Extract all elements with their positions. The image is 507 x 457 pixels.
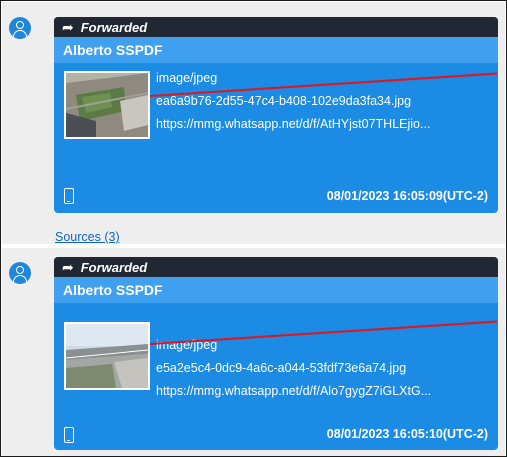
attachment-details: image/jpeg ea6a9b76-2d55-47c4-b408-102e9… [156,67,430,136]
user-avatar-icon[interactable] [9,17,31,39]
image-preview [66,324,148,388]
forward-arrow-icon: ➦ [62,18,74,35]
message-bubble[interactable]: ➦ Forwarded Alberto SSPDF image/jpeg e5a… [54,257,498,450]
message-bubble[interactable]: ➦ Forwarded Alberto SSPDF image/jpeg ea6… [54,17,498,213]
message-entry: ➦ Forwarded Alberto SSPDF image/jpeg ea6… [2,2,505,244]
forwarded-header: ➦ Forwarded [54,17,498,37]
message-timestamp: 08/01/2023 16:05:10(UTC-2) [326,427,488,441]
user-avatar-icon[interactable] [9,262,31,284]
forwarded-header: ➦ Forwarded [54,257,498,277]
message-entry: ➦ Forwarded Alberto SSPDF image/jpeg e5a… [2,248,505,456]
sources-link[interactable]: Sources (3) [55,230,120,244]
file-url[interactable]: https://mmg.whatsapp.net/d/f/AtHYjst07TH… [156,113,430,136]
image-thumbnail[interactable] [64,71,150,139]
phone-icon [64,188,74,204]
file-name: e5a2e5c4-0dc9-4a6c-a044-53fdf73e6a74.jpg [156,361,407,375]
message-list: ➦ Forwarded Alberto SSPDF image/jpeg ea6… [0,0,507,457]
forwarded-label: Forwarded [80,259,148,275]
attachment-details: image/jpeg e5a2e5c4-0dc9-4a6c-a044-53fdf… [156,334,431,403]
mime-type: image/jpeg [156,338,218,352]
forward-arrow-icon: ➦ [62,258,74,275]
phone-icon [64,427,74,443]
message-timestamp: 08/01/2023 16:05:09(UTC-2) [326,189,488,203]
sender-name: Alberto SSPDF [54,37,498,63]
image-thumbnail[interactable] [64,322,150,390]
file-url[interactable]: https://mmg.whatsapp.net/d/f/Alo7gygZ7iG… [156,380,431,403]
image-preview [66,73,148,137]
sender-name: Alberto SSPDF [54,277,498,303]
forwarded-label: Forwarded [80,19,148,35]
